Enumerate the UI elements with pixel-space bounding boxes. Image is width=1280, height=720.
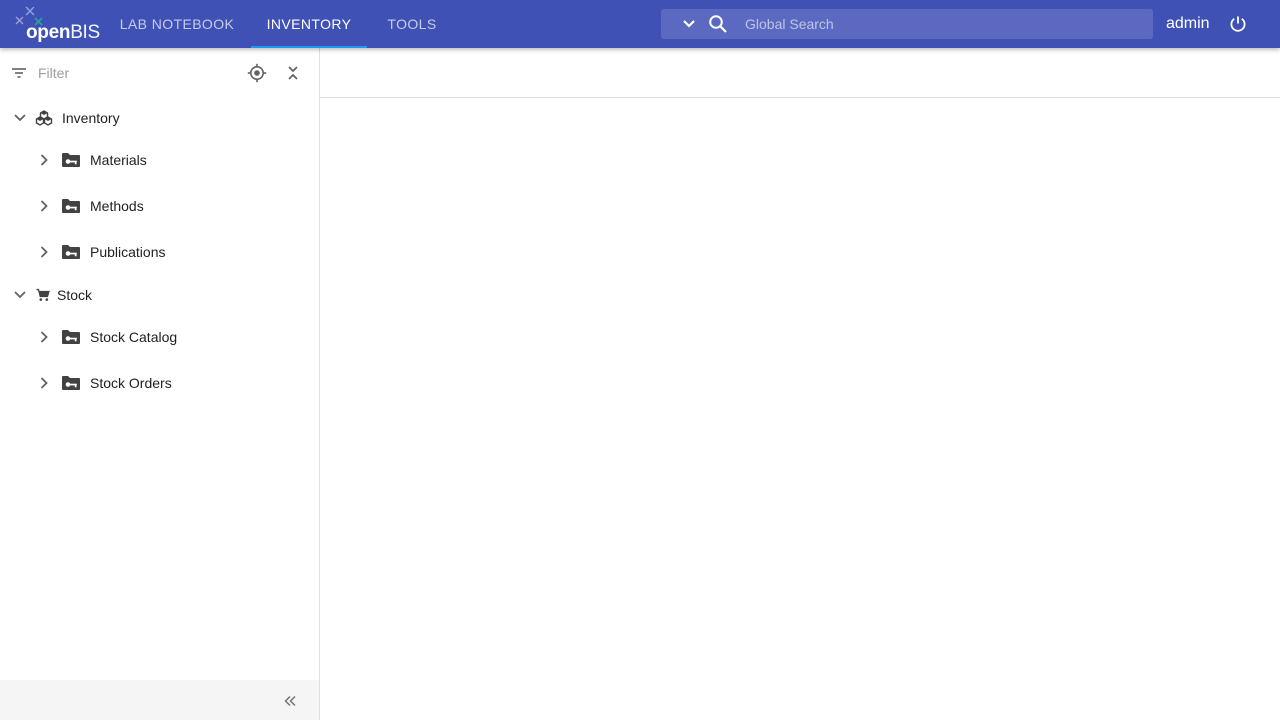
chevron-right-icon[interactable] [34, 196, 54, 216]
logo-text: openBIS [26, 22, 100, 44]
logout-button[interactable] [1226, 12, 1250, 36]
tree-node-stock[interactable]: Stock [0, 275, 319, 315]
folder-key-icon [61, 197, 81, 215]
search-scope-dropdown[interactable] [675, 9, 703, 39]
tree-node-stock-catalog[interactable]: Stock Catalog [0, 317, 319, 357]
openbis-logo[interactable]: openBIS [14, 4, 104, 44]
tree-filter-bar [0, 48, 319, 98]
tab-tools[interactable]: TOOLS [372, 0, 452, 48]
inventory-icon [35, 109, 53, 127]
tab-lab-notebook[interactable]: LAB NOTEBOOK [104, 0, 250, 48]
collapse-all-button[interactable] [283, 62, 303, 84]
logo-text-open: open [26, 22, 71, 43]
collapse-sidebar-button[interactable] [280, 692, 300, 710]
tree-node-label: Materials [90, 152, 147, 168]
tab-inventory[interactable]: INVENTORY [251, 0, 367, 48]
tree-node-label: Stock Catalog [90, 329, 178, 345]
tab-label: INVENTORY [266, 16, 352, 32]
filter-icon [10, 64, 28, 82]
chevron-right-icon[interactable] [34, 373, 54, 393]
double-chevron-left-icon [284, 695, 296, 707]
search-input[interactable] [745, 16, 1125, 32]
logo-text-bis: BIS [70, 22, 100, 43]
locate-icon [247, 63, 267, 83]
tree-node-label: Publications [90, 244, 166, 260]
tree-node-label: Stock Orders [90, 375, 172, 391]
global-search [661, 9, 1153, 39]
tree-node-label: Stock [57, 287, 93, 303]
top-app-bar: openBIS LAB NOTEBOOK INVENTORY TOOLS adm… [0, 0, 1280, 48]
navigation-sidebar: Inventory Materials Methods [0, 48, 320, 720]
tree-node-materials[interactable]: Materials [0, 140, 319, 180]
chevron-right-icon[interactable] [34, 150, 54, 170]
user-name-label: admin [1166, 15, 1210, 32]
tab-label: TOOLS [387, 16, 437, 32]
folder-key-icon [61, 374, 81, 392]
cart-icon [35, 287, 50, 302]
tree-node-label: Methods [90, 198, 144, 214]
content-area [320, 98, 1280, 720]
tree-node-inventory[interactable]: Inventory [0, 98, 319, 138]
unfold-less-icon [288, 66, 298, 80]
chevron-down-icon[interactable] [10, 285, 30, 305]
power-icon [1230, 16, 1246, 32]
tree-node-stock-orders[interactable]: Stock Orders [0, 363, 319, 403]
chevron-down-icon [683, 20, 695, 28]
folder-key-icon [61, 151, 81, 169]
sidebar-footer [0, 680, 319, 720]
chevron-down-icon[interactable] [10, 108, 30, 128]
tree-node-methods[interactable]: Methods [0, 186, 319, 226]
folder-key-icon [61, 328, 81, 346]
folder-key-icon [61, 243, 81, 261]
chevron-right-icon[interactable] [34, 327, 54, 347]
content-tab-bar [320, 48, 1280, 98]
locate-button[interactable] [246, 62, 268, 84]
chevron-right-icon[interactable] [34, 242, 54, 262]
search-icon[interactable] [707, 9, 729, 39]
user-name: admin [1166, 0, 1210, 48]
tab-label: LAB NOTEBOOK [119, 16, 235, 32]
filter-input[interactable] [38, 63, 218, 83]
tree-node-publications[interactable]: Publications [0, 232, 319, 272]
tree-node-label: Inventory [62, 110, 120, 126]
